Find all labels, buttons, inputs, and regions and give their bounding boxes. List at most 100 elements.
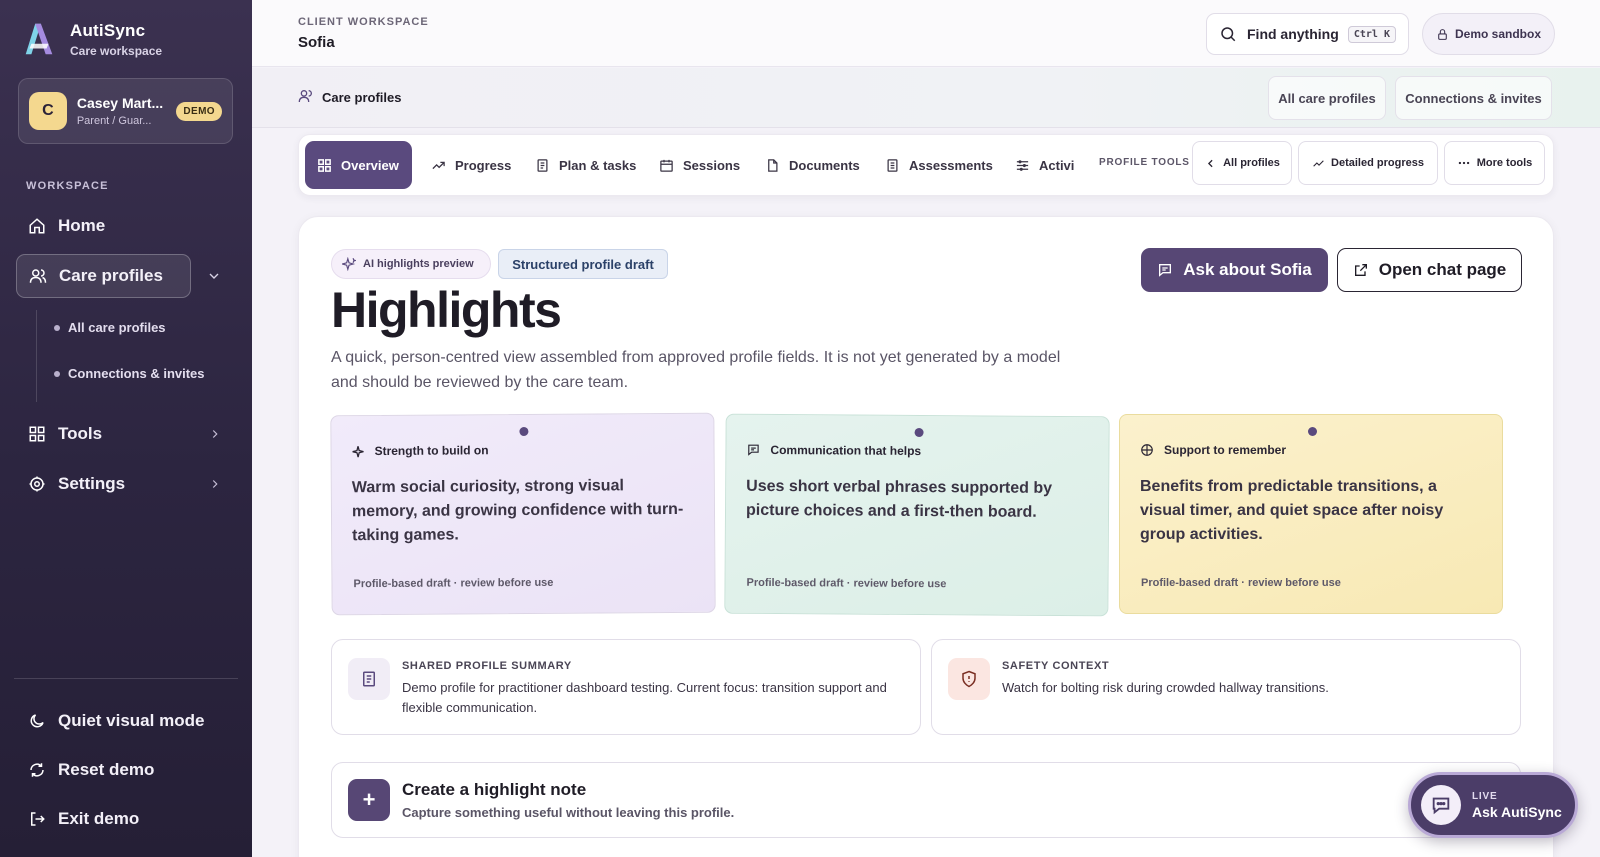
card-footer: Profile-based draft · review before use <box>1141 577 1341 589</box>
highlights-panel: AI highlights preview Structured profile… <box>298 216 1554 857</box>
brand-subtitle: Care workspace <box>70 43 163 58</box>
avatar: C <box>29 92 67 130</box>
tab-assessments[interactable]: Assessments <box>873 141 1005 189</box>
pin-icon <box>1308 427 1317 436</box>
ai-highlights-chip: AI highlights preview <box>331 249 491 279</box>
connections-invites-button[interactable]: Connections & invites <box>1395 76 1552 120</box>
card-footer: Profile-based draft · review before use <box>353 576 554 591</box>
detailed-progress-button[interactable]: Detailed progress <box>1298 141 1438 185</box>
all-profiles-label: All profiles <box>1223 157 1280 169</box>
page-title: Sofia <box>298 34 335 51</box>
exit-demo-button[interactable]: Exit demo <box>16 797 236 841</box>
sparkle-icon <box>352 445 365 458</box>
top-header: CLIENT WORKSPACE Sofia Find anything Ctr… <box>252 0 1600 67</box>
highlights-description: A quick, person-centred view assembled f… <box>331 349 1061 391</box>
home-icon <box>28 217 46 235</box>
submenu-line <box>36 310 37 402</box>
tab-label: Assessments <box>909 157 993 173</box>
external-link-icon <box>1353 262 1369 278</box>
all-profiles-button[interactable]: All profiles <box>1192 141 1292 185</box>
breadcrumb-label: Care profiles <box>322 90 402 105</box>
card-title: Support to remember <box>1164 443 1287 457</box>
card-body: Warm social curiosity, strong visual mem… <box>351 477 684 545</box>
sidebar-item-settings[interactable]: Settings <box>16 462 236 506</box>
file-icon <box>765 158 780 173</box>
chevron-down-icon[interactable] <box>206 268 222 284</box>
users-icon <box>29 267 47 285</box>
sidebar-subitem-label: Connections & invites <box>68 366 205 381</box>
tab-progress[interactable]: Progress <box>419 141 523 189</box>
sidebar-subitem-label: All care profiles <box>68 320 166 335</box>
demo-badge: DEMO <box>176 101 222 121</box>
tab-label: Overview <box>341 157 399 173</box>
detailed-progress-label: Detailed progress <box>1331 157 1424 169</box>
user-card[interactable]: C Casey Mart... Parent / Guar... DEMO <box>18 78 233 144</box>
sidebar-item-home[interactable]: Home <box>16 204 236 248</box>
workspace-label: CLIENT WORKSPACE <box>298 16 429 28</box>
shield-alert-icon <box>948 658 990 700</box>
search-shortcut: Ctrl K <box>1347 25 1396 43</box>
more-tools-button[interactable]: More tools <box>1444 141 1545 185</box>
user-name: Casey Mart... <box>76 95 164 111</box>
breadcrumb: Care profiles <box>298 88 401 107</box>
tab-activity[interactable]: Activi <box>1003 141 1093 189</box>
profile-tools-label: PROFILE TOOLS <box>1099 157 1190 168</box>
tab-overview[interactable]: Overview <box>305 141 412 189</box>
shared-profile-summary: SHARED PROFILE SUMMARY Demo profile for … <box>331 639 921 735</box>
grid-icon <box>28 425 46 443</box>
gear-icon <box>28 475 46 493</box>
sidebar-subitem-all-care-profiles[interactable]: All care profiles <box>54 320 166 335</box>
search-button[interactable]: Find anything Ctrl K <box>1206 13 1409 55</box>
tab-label: Progress <box>455 157 512 173</box>
clipboard-icon <box>885 158 900 173</box>
sidebar-item-label: Home <box>58 216 106 235</box>
message-icon <box>746 443 760 457</box>
user-role: Parent / Guar... <box>76 115 152 127</box>
plus-icon: + <box>348 779 390 821</box>
open-chat-label: Open chat page <box>1378 260 1507 279</box>
all-care-profiles-button[interactable]: All care profiles <box>1268 76 1386 120</box>
create-highlight-note[interactable]: + Create a highlight note Capture someth… <box>331 762 1521 838</box>
demo-sandbox-button[interactable]: Demo sandbox <box>1422 13 1555 55</box>
sidebar-subitem-connections[interactable]: Connections & invites <box>54 366 205 381</box>
more-horizontal-icon <box>1457 156 1471 170</box>
reset-demo-button[interactable]: Reset demo <box>16 748 236 792</box>
live-label: LIVE <box>1472 790 1498 802</box>
chevron-right-icon <box>212 480 218 488</box>
card-footer: Profile-based draft · review before use <box>746 576 947 591</box>
ask-label: Ask about Sofia <box>1183 260 1312 279</box>
tab-sessions[interactable]: Sessions <box>647 141 752 189</box>
tab-documents[interactable]: Documents <box>753 141 872 189</box>
document-list-icon <box>535 158 550 173</box>
autisync-logo-icon <box>25 23 53 55</box>
brand-name: AutiSync <box>70 20 146 40</box>
trend-icon <box>431 158 446 173</box>
safety-body: Watch for bolting risk during crowded ha… <box>1002 680 1329 695</box>
open-chat-page-button[interactable]: Open chat page <box>1337 248 1522 292</box>
search-icon <box>1221 27 1236 42</box>
tab-plan-tasks[interactable]: Plan & tasks <box>523 141 648 189</box>
bullet-icon <box>54 324 60 331</box>
highlight-card-support: Support to remember Benefits from predic… <box>1119 414 1503 614</box>
trend-icon <box>1312 157 1325 170</box>
sidebar-item-label: Settings <box>58 474 126 493</box>
safety-context: SAFETY CONTEXT Watch for bolting risk du… <box>931 639 1521 735</box>
ask-about-sofia-button[interactable]: Ask about Sofia <box>1141 248 1328 292</box>
quiet-visual-mode-button[interactable]: Quiet visual mode <box>16 699 236 743</box>
sidebar-item-tools[interactable]: Tools <box>16 412 236 456</box>
more-tools-label: More tools <box>1476 157 1533 169</box>
tab-label: Sessions <box>683 157 741 173</box>
tab-label: Documents <box>789 157 860 173</box>
structured-draft-chip: Structured profile draft <box>498 249 668 279</box>
document-icon <box>348 658 390 700</box>
summary-label: SHARED PROFILE SUMMARY <box>402 660 572 672</box>
sandbox-label: Demo sandbox <box>1454 27 1541 41</box>
ask-autisync-live-button[interactable]: LIVE Ask AutiSync <box>1408 772 1578 838</box>
ai-chip-label: AI highlights preview <box>363 258 474 270</box>
highlight-card-strength: Strength to build on Warm social curiosi… <box>330 412 716 616</box>
card-body: Benefits from predictable transitions, a… <box>1140 478 1444 543</box>
sidebar-item-care-profiles[interactable]: Care profiles <box>16 254 191 298</box>
sidebar-item-label: Tools <box>58 424 103 443</box>
brand[interactable]: AutiSync Care workspace <box>20 20 162 58</box>
sidebar-divider <box>14 678 238 679</box>
